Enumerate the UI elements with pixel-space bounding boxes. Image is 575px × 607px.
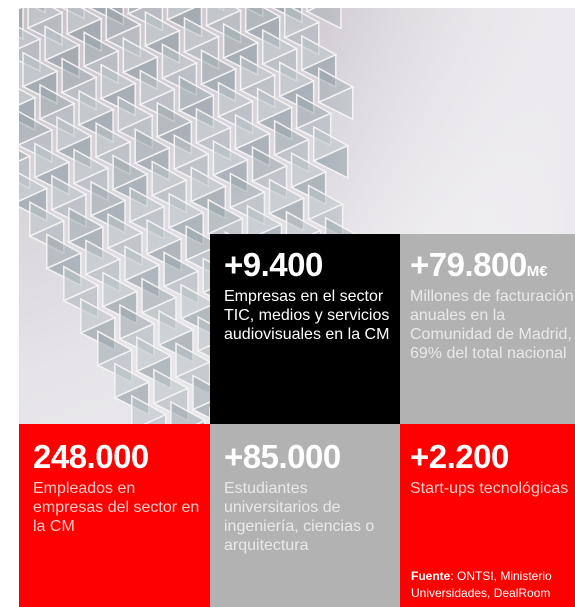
source-note: Fuente: ONTSI, Ministerio Universidades,… bbox=[411, 568, 552, 602]
stat-tile-students: +85.000 Estudiantes universitarios de in… bbox=[210, 424, 400, 607]
stat-description: Start-ups tecnológicas bbox=[410, 480, 569, 497]
stat-number: +79.800 bbox=[410, 246, 527, 283]
source-label: Fuente bbox=[411, 569, 451, 583]
stat-tile-startups: +2.200 Start-ups tecnológicas Fuente: ON… bbox=[400, 424, 575, 607]
stat-tile-employees: 248.000 Empleados en empresas del sector… bbox=[19, 424, 210, 607]
source-text-line2: Universidades, DealRoom bbox=[411, 586, 551, 600]
stat-value: +2.200 bbox=[410, 438, 509, 475]
stat-description: Millones de facturación anuales en la Co… bbox=[410, 288, 574, 362]
stat-unit: M€ bbox=[526, 263, 548, 280]
stat-description: Empresas en el sector TIC, medios y serv… bbox=[224, 288, 390, 343]
stat-description: Empleados en empresas del sector en la C… bbox=[33, 480, 200, 535]
stat-description: Estudiantes universitarios de ingeniería… bbox=[224, 480, 375, 554]
source-text: : ONTSI, Ministerio bbox=[450, 569, 552, 583]
stat-value: 248.000 bbox=[33, 438, 149, 475]
stat-value: +79.800M€ bbox=[410, 248, 575, 281]
stat-value: +85.000 bbox=[224, 438, 341, 475]
stat-value: +9.400 bbox=[224, 246, 323, 283]
stat-tile-revenue: +79.800M€ Millones de facturación anuale… bbox=[400, 234, 575, 424]
stat-tile-companies: +9.400 Empresas en el sector TIC, medios… bbox=[210, 234, 400, 424]
